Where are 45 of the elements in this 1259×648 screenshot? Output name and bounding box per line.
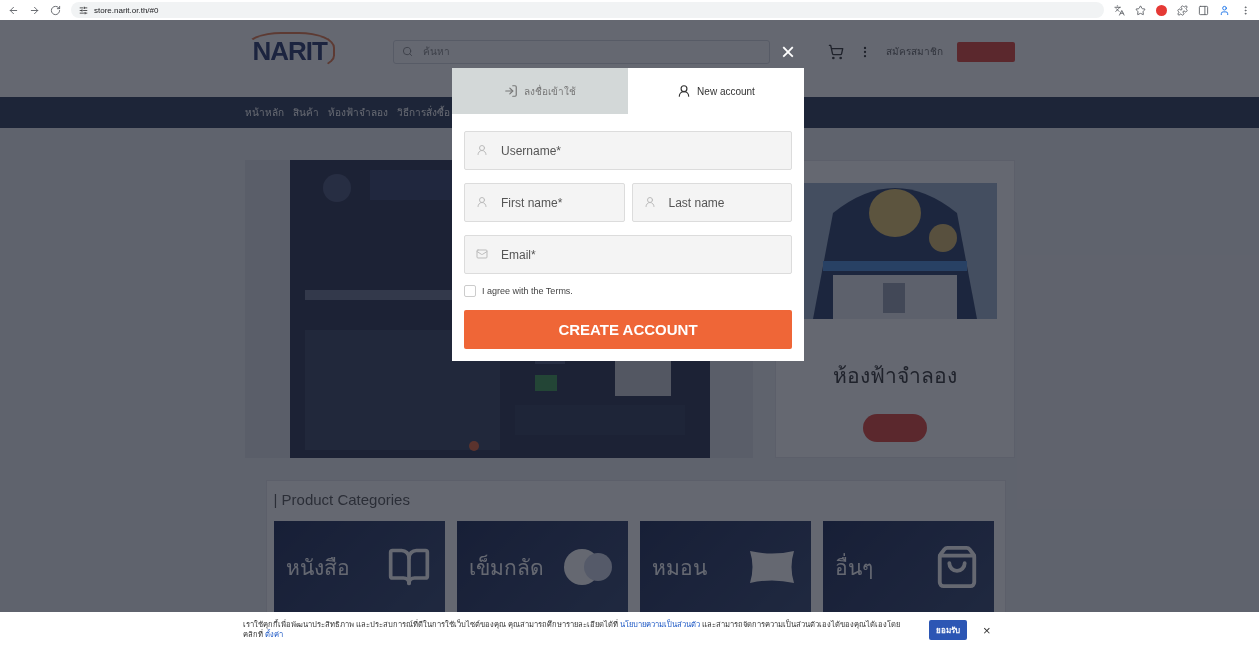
reload-icon[interactable]: [50, 4, 61, 16]
envelope-icon: [476, 248, 488, 260]
cart-icon[interactable]: [827, 43, 844, 60]
pin-drawing: [563, 547, 614, 587]
user-icon: [476, 144, 488, 156]
section-title: | Product Categories: [273, 491, 411, 508]
translate-icon[interactable]: [1114, 4, 1125, 16]
category-tile[interactable]: หมอน: [639, 521, 811, 612]
back-icon[interactable]: [8, 4, 19, 16]
terms-checkbox[interactable]: [464, 285, 476, 297]
nav-link[interactable]: วิธีการสั่งซื้อ: [396, 105, 450, 120]
extension-icon[interactable]: [1156, 4, 1167, 16]
category-tile[interactable]: อื่นๆ: [822, 521, 994, 612]
sliders-icon[interactable]: [79, 5, 88, 15]
login-icon: [504, 84, 518, 98]
category-tile[interactable]: หนังสือ: [273, 521, 445, 612]
forward-icon[interactable]: [29, 4, 40, 16]
profile-icon[interactable]: [1219, 4, 1230, 16]
input-field[interactable]: Username*: [464, 131, 792, 170]
close-button[interactable]: ×: [983, 622, 991, 638]
star-icon[interactable]: [1135, 4, 1146, 16]
url-text: store.narit.or.th/#0: [94, 5, 159, 15]
user-icon: [643, 196, 656, 208]
address-bar[interactable]: store.narit.or.th/#0: [71, 2, 1104, 18]
create-account-button[interactable]: CREATE ACCOUNT: [464, 310, 792, 349]
user-icon: [677, 84, 692, 98]
dialog-tab[interactable]: ลงชื่อเข้าใช้: [452, 68, 628, 114]
puzzle-icon[interactable]: [1177, 4, 1188, 16]
accept-button[interactable]: ยอมรับ: [929, 620, 967, 640]
input-field[interactable]: Email*: [464, 235, 792, 274]
card-title: ห้องฟ้าจำลอง: [832, 363, 957, 389]
input-field[interactable]: Last name: [631, 183, 792, 222]
login-button[interactable]: [956, 41, 1015, 62]
close-button[interactable]: ×: [781, 42, 795, 62]
logo[interactable]: NARIT: [244, 32, 335, 71]
nav-link[interactable]: หน้าหลัก: [244, 105, 284, 120]
search-icon: [401, 46, 413, 57]
input-field[interactable]: First name*: [464, 183, 625, 222]
card-button[interactable]: [862, 414, 927, 442]
user-icon: [476, 196, 488, 208]
nav-link[interactable]: ห้องฟ้าจำลอง: [327, 105, 388, 120]
terms-label: I agree with the Terms.: [482, 286, 573, 296]
side-panel-icon[interactable]: [1198, 4, 1209, 16]
nav-link[interactable]: สินค้า: [292, 105, 319, 120]
category-tile[interactable]: เข็มกลัด: [456, 521, 628, 612]
